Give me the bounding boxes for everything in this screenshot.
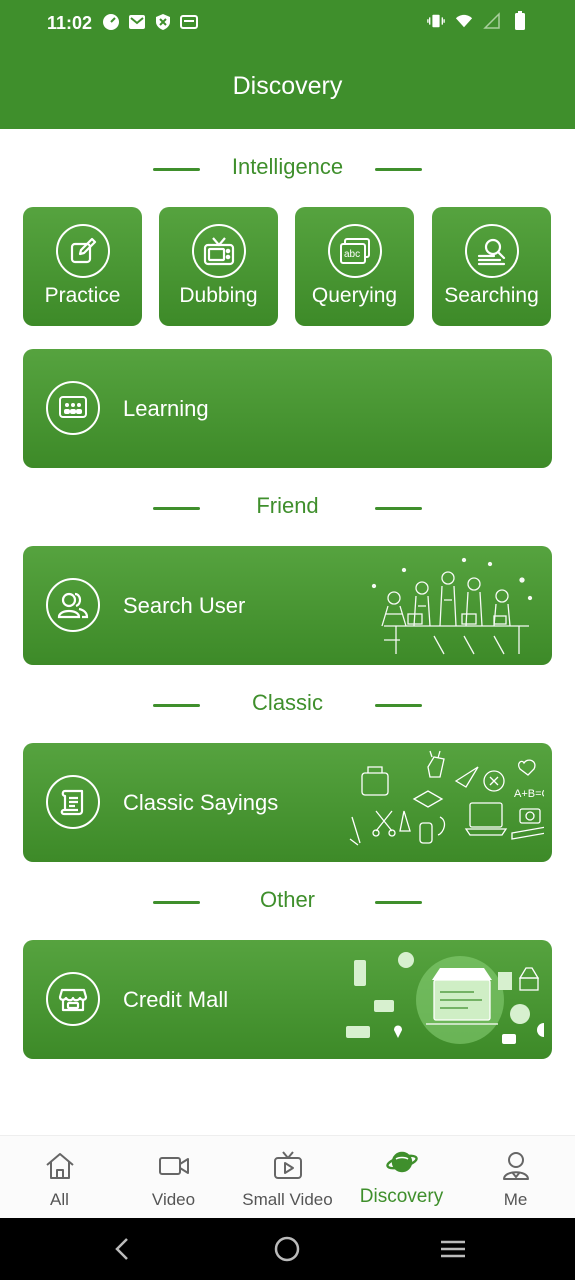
shield-icon — [154, 13, 172, 31]
status-bar: 11:02 — [0, 0, 575, 48]
section-header-other: Other — [0, 887, 575, 917]
practice-tile[interactable]: Practice — [23, 207, 142, 326]
section-title: Classic — [252, 690, 323, 715]
speed-icon — [102, 13, 120, 31]
card-icon — [180, 13, 198, 31]
divider — [375, 507, 422, 510]
nav-label: Discovery — [359, 1186, 444, 1207]
tile-label: Practice — [44, 284, 121, 307]
divider — [375, 168, 422, 171]
searching-tile[interactable]: Searching — [432, 207, 551, 326]
nav-label: Video — [151, 1190, 196, 1209]
system-navigation-bar — [0, 1218, 575, 1280]
status-time: 11:02 — [47, 13, 93, 33]
section-header-intelligence: Intelligence — [0, 154, 575, 184]
school-supplies-illustration: A+B=C — [349, 750, 544, 846]
card-label: Search User — [123, 593, 246, 618]
nav-discovery[interactable]: Discovery — [344, 1136, 459, 1219]
section-header-friend: Friend — [0, 493, 575, 523]
signal-icon — [483, 12, 501, 30]
credit-mall-card[interactable]: Credit Mall — [23, 940, 552, 1059]
tile-label: Searching — [444, 284, 539, 307]
scroll-icon — [46, 775, 100, 829]
tile-label: Querying — [311, 284, 398, 307]
store-icon — [46, 972, 100, 1026]
vibrate-icon — [427, 12, 445, 30]
classroom-icon — [46, 381, 100, 435]
search-doc-icon — [465, 224, 519, 278]
people-at-table-illustration — [371, 557, 533, 655]
svg-text:abc: abc — [344, 249, 360, 260]
menu-icon[interactable] — [438, 1234, 468, 1264]
online-shop-illustration — [346, 952, 544, 1044]
nav-video[interactable]: Video — [116, 1136, 231, 1219]
querying-tile[interactable]: abc Querying — [295, 207, 414, 326]
section-title: Friend — [256, 493, 319, 518]
dubbing-tile[interactable]: Dubbing — [159, 207, 278, 326]
tv-icon — [192, 224, 246, 278]
mail-icon — [128, 13, 146, 31]
svg-text:A+B=C: A+B=C — [514, 788, 544, 800]
app-header: 11:02 Discovery — [0, 0, 575, 129]
page-title: Discovery — [232, 72, 343, 100]
wifi-icon — [455, 12, 473, 30]
small-video-icon — [274, 1151, 302, 1179]
nav-me[interactable]: Me — [458, 1136, 573, 1219]
planet-icon — [386, 1151, 418, 1173]
home-icon — [46, 1153, 74, 1179]
back-icon[interactable] — [107, 1234, 137, 1264]
card-label: Learning — [123, 396, 209, 421]
battery-icon — [511, 11, 529, 30]
divider — [375, 704, 422, 707]
home-circle-icon[interactable] — [272, 1234, 302, 1264]
search-user-card[interactable]: Search User — [23, 546, 552, 665]
edit-icon — [56, 224, 110, 278]
person-icon — [503, 1152, 529, 1180]
bottom-navigation: All Video Small Video Discovery Me — [0, 1135, 575, 1218]
users-icon — [46, 578, 100, 632]
section-header-classic: Classic — [0, 690, 575, 720]
classic-sayings-card[interactable]: Classic Sayings A+B=C — [23, 743, 552, 862]
learning-card[interactable]: Learning — [23, 349, 552, 468]
nav-all[interactable]: All — [2, 1136, 117, 1219]
video-camera-icon — [159, 1157, 189, 1175]
divider — [375, 901, 422, 904]
tile-label: Dubbing — [179, 284, 258, 307]
abc-icon: abc — [328, 224, 382, 278]
card-label: Credit Mall — [123, 987, 229, 1012]
section-title: Intelligence — [231, 154, 344, 179]
card-label: Classic Sayings — [123, 790, 279, 815]
nav-label: Me — [503, 1190, 528, 1209]
nav-label: All — [50, 1190, 69, 1209]
nav-small-video[interactable]: Small Video — [230, 1136, 345, 1219]
nav-label: Small Video — [242, 1190, 333, 1209]
system-status-icons — [427, 11, 529, 30]
notification-icons — [102, 13, 198, 31]
section-title: Other — [259, 887, 316, 912]
